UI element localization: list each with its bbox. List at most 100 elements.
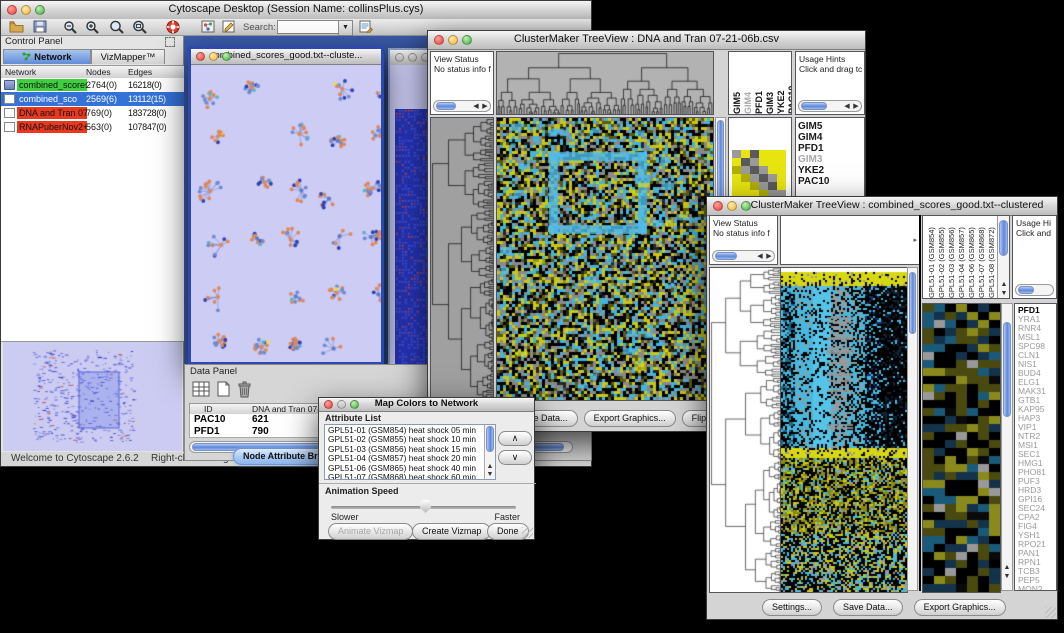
tv1-row-label[interactable]: PAC10 [796,176,864,187]
expand-arrow-icon[interactable]: ▸ [913,236,917,244]
tv2-row-dendrogram[interactable] [709,267,782,593]
zoom-selected-icon[interactable] [109,20,124,34]
zoom-window-icon[interactable] [741,201,751,211]
float-panel-icon[interactable] [165,37,175,47]
tv2-col-label[interactable]: GPL51-08 (GSM872) [987,216,996,298]
slider-thumb[interactable] [419,500,432,513]
attribute-browser-icon[interactable] [359,20,373,33]
main-titlebar[interactable]: Cytoscape Desktop (Session Name: collins… [1,1,591,20]
mini-heatmap-cell[interactable] [741,150,750,158]
resize-grip[interactable] [1045,607,1056,618]
mini-heatmap-cell[interactable] [741,174,750,182]
attribute-list-scrollbar[interactable]: ▲ ▼ [484,425,495,479]
network-tree-row[interactable]: RNAPuberNov2+I563(0)107847(0) [1,120,184,134]
mini-heatmap-cell[interactable] [768,158,777,166]
mini-heatmap-cell[interactable] [741,158,750,166]
scroll-thumb[interactable] [1018,286,1034,294]
tv1-mini-heatmap[interactable] [732,150,786,198]
mini-heatmap-cell[interactable] [732,166,741,174]
create-vizmap-button[interactable]: Create Vizmap [412,523,491,540]
scroll-thumb[interactable] [909,272,916,334]
tv1-column-dendrogram[interactable] [496,51,714,115]
tv2-col-labels-scrollbar[interactable]: ▲ ▼ [997,216,1009,298]
mini-heatmap-cell[interactable] [732,174,741,182]
mini-heatmap-cell[interactable] [768,166,777,174]
tv1-button[interactable]: Export Graphics... [584,410,676,427]
mini-heatmap-cell[interactable] [768,182,777,190]
table-icon[interactable] [192,381,210,397]
mini-heatmap-cell[interactable] [759,158,768,166]
tv1-col-label[interactable]: GIM5 [732,52,742,114]
tv2-button[interactable]: Settings... [762,599,822,616]
mini-heatmap-cell[interactable] [777,166,786,174]
mini-heatmap-cell[interactable] [741,182,750,190]
tv1-col-label[interactable]: YKE2 [776,52,786,114]
open-icon[interactable] [9,20,24,33]
scroll-up-icon[interactable]: ▲ [1002,564,1012,572]
mini-heatmap-cell[interactable] [777,158,786,166]
mini-heatmap-cell[interactable] [759,182,768,190]
move-up-button[interactable]: ∧ [498,431,532,446]
scroll-thumb[interactable] [436,102,456,110]
tv1-hints-scrollbar[interactable]: ◀ ▶ [798,100,862,112]
animate-vizmap-button[interactable]: Animate Vizmap [328,523,413,540]
tv2-hints-scrollbar[interactable] [1015,284,1054,296]
tv2-column-tree-area[interactable]: ▸ [780,215,920,265]
scroll-thumb[interactable] [486,426,494,452]
tv2-status-scrollbar[interactable]: ◀ ▶ [712,250,775,262]
tab-vizmapper[interactable]: VizMapper™ [91,49,165,64]
mini-heatmap-cell[interactable] [759,150,768,158]
tv1-row-label[interactable]: YKE2 [796,165,864,176]
minimize-icon[interactable] [408,53,417,62]
scroll-up-icon[interactable]: ▲ [999,281,1009,289]
mini-heatmap-cell[interactable] [732,182,741,190]
tv1-heatmap[interactable] [496,117,714,401]
tv2-vscrollbar[interactable] [907,267,918,591]
zoom-window-icon[interactable] [462,35,472,45]
mini-heatmap-cell[interactable] [777,150,786,158]
scroll-right-icon[interactable]: ▶ [851,103,861,111]
scroll-down-icon[interactable]: ▼ [485,471,495,479]
vizmapper-icon[interactable] [201,20,215,33]
tv2-col-label[interactable]: GPL51-06 (GSM865) [967,216,976,298]
network-tree-row[interactable]: DNA and Tran 07769(0)183728(0) [1,106,184,120]
tv1-row-label[interactable]: GIM3 [796,154,864,165]
tab-network[interactable]: Network [3,49,91,64]
trash-icon[interactable] [237,381,252,398]
tv2-col-label[interactable]: GPL51-04 (GSM857) [957,216,966,298]
new-document-icon[interactable] [216,381,231,397]
mini-heatmap-cell[interactable] [768,150,777,158]
close-icon[interactable] [7,5,17,15]
mini-heatmap-cell[interactable] [732,150,741,158]
network-canvas[interactable] [191,65,381,362]
tv2-col-label[interactable]: GPL51-07 (GSM868) [977,216,986,298]
scroll-down-icon[interactable]: ▼ [999,290,1009,298]
scroll-thumb[interactable] [1003,322,1011,417]
zoom-out-icon[interactable] [63,20,77,34]
search-input[interactable] [277,20,339,34]
tv2-gene-scrollbar[interactable]: ▲ ▼ [1001,303,1013,591]
mini-heatmap-cell[interactable] [750,174,759,182]
mini-heatmap-cell[interactable] [750,166,759,174]
treeview2-titlebar[interactable]: ClusterMaker TreeView : combined_scores_… [707,197,1057,216]
close-icon[interactable] [196,52,205,61]
tv1-col-label[interactable]: GIM3 [765,52,775,114]
save-icon[interactable] [33,20,47,33]
mini-heatmap-cell[interactable] [750,150,759,158]
tv2-col-label[interactable]: GPL51-01 (GSM854) [927,216,936,298]
move-down-button[interactable]: ∨ [498,450,532,465]
zoom-window-icon[interactable] [35,5,45,15]
tv1-col-label[interactable]: PFD1 [754,52,764,114]
zoom-window-icon[interactable] [350,400,359,409]
tv1-row-dendrogram[interactable] [430,117,494,401]
mini-heatmap-cell[interactable] [741,166,750,174]
zoom-fit-icon[interactable] [132,20,147,34]
mini-heatmap-cell[interactable] [777,182,786,190]
scroll-right-icon[interactable]: ▶ [764,253,774,261]
tv2-col-label[interactable]: GPL51-03 (GSM856) [947,216,956,298]
network-window-titlebar[interactable]: combined_scores_good.txt--cluste... [191,49,381,65]
scroll-thumb[interactable] [801,102,827,110]
tv1-col-label[interactable]: PAC10 [787,52,792,114]
treeview1-titlebar[interactable]: ClusterMaker TreeView : DNA and Tran 07-… [428,31,865,50]
scroll-right-icon[interactable]: ▶ [480,103,490,111]
